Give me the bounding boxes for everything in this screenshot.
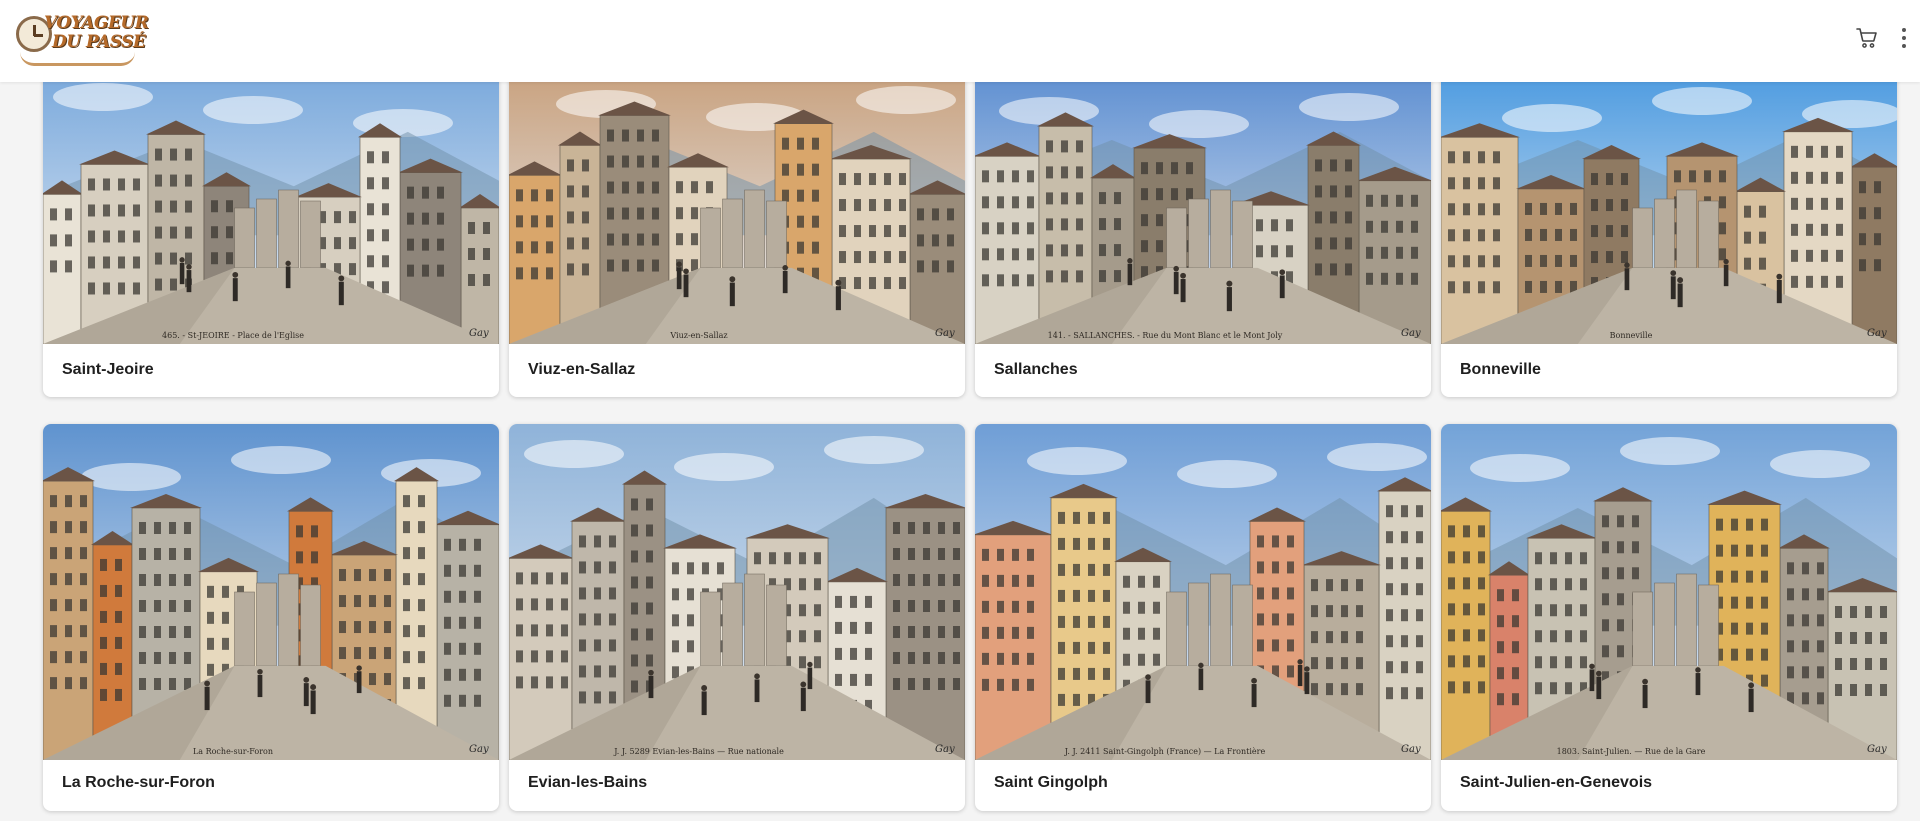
svg-text:465. - St-JEOIRE - Place de l': 465. - St-JEOIRE - Place de l'Eglise xyxy=(162,331,304,340)
town-card-sallanches[interactable]: 141. - SALLANCHES. - Rue du Mont Blanc e… xyxy=(975,72,1431,397)
svg-text:Gay: Gay xyxy=(1867,744,1887,755)
town-card-la-roche-sur-foron[interactable]: La Roche-sur-Foron Gay La Roche-sur-Foron xyxy=(43,424,499,811)
svg-text:1803. Saint-Julien. — Rue de l: 1803. Saint-Julien. — Rue de la Gare xyxy=(1557,747,1706,756)
card-photo: J. J. 2411 Saint-Gingolph (France) — La … xyxy=(975,424,1431,760)
card-photo: Viuz-en-Sallaz Gay xyxy=(509,72,965,344)
svg-text:Gay: Gay xyxy=(1401,328,1421,339)
town-card-viuz-en-sallaz[interactable]: Viuz-en-Sallaz Gay Viuz-en-Sallaz xyxy=(509,72,965,397)
brand-line-2: DU PASSÉ xyxy=(52,32,146,52)
card-photo: J. J. 5289 Evian-les-Bains — Rue nationa… xyxy=(509,424,965,760)
card-title: Saint Gingolph xyxy=(994,774,1108,791)
card-title: Bonneville xyxy=(1460,361,1541,378)
svg-text:J. J. 5289 Evian-les-Bains —: J. J. 5289 Evian-les-Bains — Rue nationa… xyxy=(613,747,784,756)
svg-text:J. J. 2411 Saint-Gingolph (F: J. J. 2411 Saint-Gingolph (France) — La … xyxy=(1064,747,1266,756)
svg-text:La Roche-sur-Foron: La Roche-sur-Foron xyxy=(193,747,273,756)
svg-text:Gay: Gay xyxy=(1867,328,1887,339)
card-title: Viuz-en-Sallaz xyxy=(528,361,636,378)
town-card-bonneville[interactable]: Bonneville Gay Bonneville xyxy=(1441,72,1897,397)
card-photo: 465. - St-JEOIRE - Place de l'Eglise Gay xyxy=(43,72,499,344)
card-photo: Bonneville Gay xyxy=(1441,72,1897,344)
svg-text:Gay: Gay xyxy=(1401,744,1421,755)
brand-logo[interactable]: VOYAGEUR DU PASSÉ xyxy=(12,8,149,68)
card-photo: 1803. Saint-Julien. — Rue de la Gare Gay xyxy=(1441,424,1897,760)
card-title: La Roche-sur-Foron xyxy=(62,774,215,791)
card-title: Saint-Julien-en-Genevois xyxy=(1460,774,1653,791)
svg-text:141. - SALLANCHES. - Rue du Mo: 141. - SALLANCHES. - Rue du Mont Blanc e… xyxy=(1048,331,1283,340)
top-app-bar: VOYAGEUR DU PASSÉ xyxy=(0,0,1920,82)
svg-text:Gay: Gay xyxy=(469,744,489,755)
card-title: Sallanches xyxy=(994,361,1078,378)
card-title: Saint-Jeoire xyxy=(62,361,154,378)
town-card-saint-jeoire[interactable]: 465. - St-JEOIRE - Place de l'Eglise Gay … xyxy=(43,72,499,397)
svg-text:Viuz-en-Sallaz: Viuz-en-Sallaz xyxy=(669,331,727,340)
svg-text:Bonneville: Bonneville xyxy=(1610,331,1653,340)
svg-text:Gay: Gay xyxy=(935,328,955,339)
svg-text:Gay: Gay xyxy=(469,328,489,339)
svg-text:Gay: Gay xyxy=(935,744,955,755)
brand-line-1: VOYAGEUR xyxy=(44,13,149,33)
card-photo: 141. - SALLANCHES. - Rue du Mont Blanc e… xyxy=(975,72,1431,344)
card-title: Evian-les-Bains xyxy=(528,774,648,791)
more-vert-icon[interactable] xyxy=(1897,26,1911,50)
town-card-saint-julien-en-genevois[interactable]: 1803. Saint-Julien. — Rue de la Gare Gay … xyxy=(1441,424,1897,811)
town-card-evian-les-bains[interactable]: J. J. 5289 Evian-les-Bains — Rue nationa… xyxy=(509,424,965,811)
town-card-saint-gingolph[interactable]: J. J. 2411 Saint-Gingolph (France) — La … xyxy=(975,424,1431,811)
cart-icon[interactable] xyxy=(1855,26,1879,50)
card-photo: La Roche-sur-Foron Gay xyxy=(43,424,499,760)
